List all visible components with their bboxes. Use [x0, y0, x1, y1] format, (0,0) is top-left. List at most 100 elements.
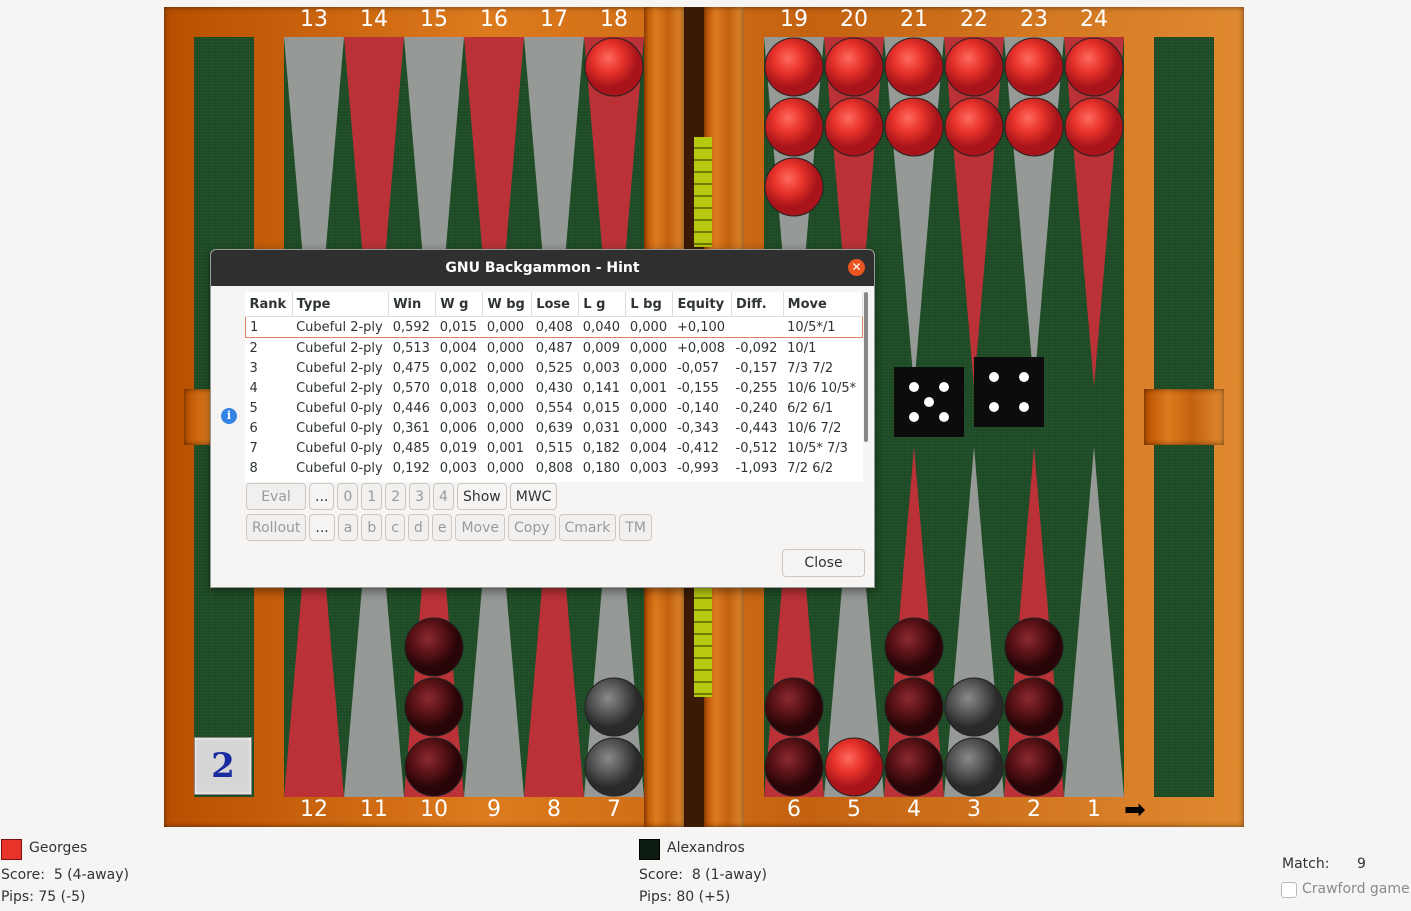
row2-button-rollout[interactable]: Rollout: [246, 514, 307, 541]
row1-button-1[interactable]: 1: [361, 483, 383, 510]
row2-button-copy[interactable]: Copy: [507, 514, 556, 541]
row2-button-cmark[interactable]: Cmark: [558, 514, 617, 541]
hint-table[interactable]: Rank Type Win W gW bg Lose L gL bg Equity Diff.…: [245, 292, 863, 482]
close-button[interactable]: Close: [782, 549, 865, 577]
row2-button-a[interactable]: a: [337, 514, 359, 541]
dark-checker[interactable]: [404, 617, 464, 677]
dark-checker[interactable]: [1004, 677, 1064, 737]
table-cell: 0,487: [535, 340, 573, 356]
table-row[interactable]: 8 Cubeful 0-ply 0,192 0,003 0,000 0,808 0,180 0…: [246, 458, 863, 478]
grey-checker[interactable]: [584, 737, 644, 797]
dialog-title: GNU Backgammon - Hint: [445, 260, 640, 276]
column-header[interactable]: Equity: [672, 292, 733, 317]
red-checker[interactable]: [1004, 97, 1064, 157]
dark-checker[interactable]: [764, 737, 824, 797]
red-checker[interactable]: [884, 97, 944, 157]
player2-color-swatch: [639, 839, 660, 860]
table-cell: 10/1: [787, 340, 817, 356]
die-pip: [939, 382, 949, 392]
table-row[interactable]: 1 Cubeful 2-ply 0,592 0,015 0,000 0,408 0,040 0…: [245, 316, 863, 338]
dark-checker[interactable]: [884, 677, 944, 737]
red-checker[interactable]: [764, 157, 824, 217]
column-header[interactable]: Win: [388, 292, 437, 317]
red-checker[interactable]: [824, 97, 884, 157]
table-cell: 0,000: [486, 420, 525, 436]
table-row[interactable]: 5 Cubeful 0-ply 0,446 0,003 0,000 0,554 0,015 0…: [246, 398, 863, 418]
red-checker[interactable]: [944, 37, 1004, 97]
point-number: 22: [960, 7, 988, 32]
table-row[interactable]: 4 Cubeful 2-ply 0,570 0,018 0,000 0,430 0,141 0…: [246, 378, 863, 398]
column-header[interactable]: Lose: [531, 292, 580, 317]
red-checker[interactable]: [1004, 37, 1064, 97]
crawford-label: Crawford game: [1302, 881, 1410, 897]
point-number: 8: [547, 797, 561, 822]
point-number: 11: [360, 797, 388, 822]
crawford-checkbox[interactable]: [1281, 882, 1297, 898]
table-scrollbar[interactable]: [864, 292, 868, 442]
red-checker[interactable]: [1064, 97, 1124, 157]
row1-button-0[interactable]: 0: [337, 483, 359, 510]
grey-checker[interactable]: [944, 677, 1004, 737]
row1-button-4[interactable]: 4: [433, 483, 454, 510]
red-checker[interactable]: [584, 37, 644, 97]
column-header[interactable]: Move: [783, 292, 863, 317]
row1-button-mwc[interactable]: MWC: [509, 483, 558, 510]
hint-dialog[interactable]: GNU Backgammon - Hint ✕ i Rank Type Win W g…: [210, 249, 875, 588]
row2-button-move[interactable]: Move: [455, 514, 505, 541]
row2-button-d[interactable]: d: [407, 514, 429, 541]
row2-button-b[interactable]: b: [361, 514, 383, 541]
table-body[interactable]: 1 Cubeful 2-ply 0,592 0,015 0,000 0,408 0,040 0…: [245, 316, 863, 479]
die-four[interactable]: [974, 357, 1044, 427]
close-icon[interactable]: ✕: [848, 259, 865, 276]
red-checker[interactable]: [764, 97, 824, 157]
doubling-cube[interactable]: 2: [194, 737, 252, 795]
red-checker[interactable]: [884, 37, 944, 97]
dark-checker[interactable]: [1004, 737, 1064, 797]
table-row[interactable]: 6 Cubeful 0-ply 0,361 0,006 0,000 0,639 0,031 0…: [246, 418, 863, 438]
column-header[interactable]: W g: [435, 292, 484, 317]
dark-checker[interactable]: [404, 677, 464, 737]
row2-button-more[interactable]: ...: [309, 514, 335, 541]
dark-checker[interactable]: [1004, 617, 1064, 677]
row2-button-tm[interactable]: TM: [619, 514, 652, 541]
point-number: 7: [607, 797, 621, 822]
grey-checker[interactable]: [584, 677, 644, 737]
column-header[interactable]: W bg: [482, 292, 533, 317]
row1-button-show[interactable]: Show: [456, 483, 507, 510]
table-cell: -0,140: [676, 400, 719, 416]
dialog-titlebar[interactable]: GNU Backgammon - Hint ✕: [211, 250, 874, 286]
dark-checker[interactable]: [884, 617, 944, 677]
row2-button-e[interactable]: e: [431, 514, 453, 541]
column-header[interactable]: L bg: [625, 292, 674, 317]
table-row[interactable]: 3 Cubeful 2-ply 0,475 0,002 0,000 0,525 0,003 0…: [246, 358, 863, 378]
table-cell: 0,515: [535, 440, 573, 456]
grey-checker[interactable]: [944, 737, 1004, 797]
die-five[interactable]: [894, 367, 964, 437]
column-header[interactable]: Diff.: [731, 292, 784, 317]
table-cell: 0,006: [439, 420, 477, 436]
table-row[interactable]: 7 Cubeful 0-ply 0,485 0,019 0,001 0,515 0,182 0…: [246, 438, 863, 458]
table-cell: -0,057: [676, 360, 719, 376]
table-cell: 7/2 6/2: [787, 460, 834, 476]
red-checker[interactable]: [764, 37, 824, 97]
die-pip: [909, 412, 919, 422]
red-checker[interactable]: [1064, 37, 1124, 97]
row2-button-c[interactable]: c: [385, 514, 405, 541]
table-row[interactable]: 2 Cubeful 2-ply 0,513 0,004 0,000 0,487 0,009 0…: [246, 338, 863, 359]
table-cell: Cubeful 2-ply: [292, 316, 389, 338]
row1-button-more[interactable]: ...: [309, 483, 335, 510]
dark-checker[interactable]: [764, 677, 824, 737]
row1-button-eval[interactable]: Eval: [246, 483, 306, 510]
column-header[interactable]: Rank: [245, 292, 293, 317]
point-1[interactable]: [1064, 447, 1124, 797]
dark-checker[interactable]: [884, 737, 944, 797]
table-cell: 0,000: [482, 316, 532, 338]
dark-checker[interactable]: [404, 737, 464, 797]
column-header[interactable]: Type: [292, 292, 390, 317]
row1-button-2[interactable]: 2: [385, 483, 407, 510]
red-checker[interactable]: [824, 737, 884, 797]
red-checker[interactable]: [944, 97, 1004, 157]
row1-button-3[interactable]: 3: [409, 483, 431, 510]
column-header[interactable]: L g: [578, 292, 627, 317]
red-checker[interactable]: [824, 37, 884, 97]
